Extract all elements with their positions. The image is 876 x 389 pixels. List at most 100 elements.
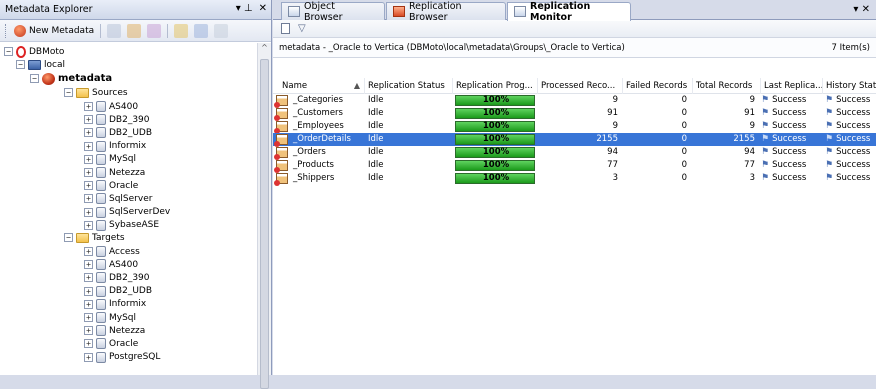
progress-cell: 100% [453, 159, 538, 172]
tree-node-source-1[interactable]: + DB2_390 [84, 113, 150, 126]
tree-node-source-3[interactable]: + Informix [84, 140, 146, 153]
progress-label: 100% [482, 134, 510, 144]
collapse-icon[interactable]: − [16, 60, 25, 69]
filter-icon[interactable]: ▽ [298, 23, 306, 34]
expand-icon[interactable]: + [84, 154, 93, 164]
progress-label: 100% [482, 173, 510, 183]
progress-label: 100% [482, 121, 510, 131]
column-header[interactable]: Last Replica... [761, 78, 823, 94]
expand-icon[interactable]: + [84, 102, 93, 111]
tree-node-source-0[interactable]: + AS400 [84, 100, 138, 113]
expand-icon[interactable]: + [84, 220, 93, 230]
expand-icon[interactable]: + [84, 247, 93, 256]
table-row[interactable]: _Shippers Idle 100% 3 0 3 ⚑ Success ⚑ Success [273, 172, 876, 186]
expand-icon[interactable]: + [84, 273, 93, 283]
tree-node-target-1[interactable]: + AS400 [84, 258, 138, 271]
delete-icon[interactable] [214, 23, 229, 38]
table-row[interactable]: _Orders Idle 100% 94 0 94 ⚑ Success ⚑ Success [273, 146, 876, 160]
expand-icon[interactable]: + [84, 339, 93, 349]
tree-node-source-5[interactable]: + Netezza [84, 166, 145, 179]
expand-icon[interactable]: + [84, 326, 93, 336]
tree-node-source-4[interactable]: + MySql [84, 153, 136, 166]
replication-table-icon [274, 95, 288, 108]
document-icon[interactable] [281, 23, 290, 34]
table-row[interactable]: _Products Idle 100% 77 0 77 ⚑ Success ⚑ Success [273, 159, 876, 173]
total-records: 77 [744, 160, 755, 170]
tree-node-target-4[interactable]: + Informix [84, 298, 146, 311]
tab-object-browser[interactable]: Object Browser [281, 1, 385, 23]
column-header[interactable]: Failed Records [623, 78, 693, 94]
column-header[interactable]: History Stat [823, 78, 876, 94]
history-status-cell: ⚑ Success [825, 120, 876, 133]
tree-node-target-2[interactable]: + DB2_390 [84, 271, 150, 284]
wizard-icon[interactable] [127, 23, 142, 38]
expand-icon[interactable]: + [84, 299, 93, 309]
processed-records: 9 [612, 95, 618, 105]
close-icon[interactable]: ✕ [259, 3, 267, 14]
tab-replication-monitor[interactable]: Replication Monitor [507, 1, 631, 23]
tree-node-target-3[interactable]: + DB2_UDB [84, 285, 152, 298]
table-row[interactable]: _Employees Idle 100% 9 0 9 ⚑ Success ⚑ Success [273, 120, 876, 134]
column-header[interactable]: Replication Status [365, 78, 453, 94]
scrollbar-thumb[interactable] [260, 59, 269, 389]
collapse-icon[interactable]: − [64, 88, 73, 97]
tree-node-source-9[interactable]: + SybaseASE [84, 219, 159, 232]
tree-node-source-2[interactable]: + DB2_UDB [84, 126, 152, 139]
tree-node-source-8[interactable]: + SqlServerDev [84, 206, 170, 219]
object-browser-icon [288, 6, 300, 17]
tree-node-local[interactable]: − local [16, 58, 65, 71]
pin-icon[interactable]: ▾ ⊥ [236, 3, 253, 14]
tree-node-target-7[interactable]: + Oracle [84, 337, 138, 350]
tree-node-target-5[interactable]: + MySql [84, 311, 136, 324]
tab-replication-browser[interactable]: Replication Browser [386, 1, 506, 23]
tree-scrollbar[interactable]: ^ [257, 43, 271, 389]
metadata-explorer-panel: Metadata Explorer ▾ ⊥ ✕ New Metadata − D… [0, 0, 272, 389]
column-header[interactable]: Processed Reco... [538, 78, 623, 94]
expand-icon[interactable]: + [84, 260, 93, 270]
settings-icon[interactable] [147, 23, 162, 38]
replication-monitor-icon [514, 6, 526, 17]
collapse-icon[interactable]: − [64, 233, 73, 242]
tree-node-target-8[interactable]: + PostgreSQL [84, 351, 160, 364]
expand-icon[interactable]: + [84, 352, 93, 362]
success-flag-icon: ⚑ [825, 134, 834, 144]
total-records: 2155 [733, 134, 755, 144]
expand-icon[interactable]: + [84, 168, 93, 177]
column-header[interactable]: Name ▲ [279, 78, 365, 94]
tree-node-target-6[interactable]: + Netezza [84, 324, 145, 337]
database-icon [96, 140, 106, 152]
collapse-icon[interactable]: − [30, 74, 39, 83]
save-icon[interactable] [194, 23, 209, 38]
expand-icon[interactable]: + [84, 141, 93, 151]
expand-icon[interactable]: + [84, 128, 93, 138]
new-metadata-button[interactable]: New Metadata [14, 24, 94, 37]
column-header[interactable]: Total Records [693, 78, 761, 94]
tab-menu-close-icon[interactable]: ▾ ✕ [853, 4, 870, 15]
expand-icon[interactable]: + [84, 313, 93, 322]
collapse-icon[interactable]: − [4, 47, 13, 56]
progress-cell: 100% [453, 172, 538, 185]
table-row[interactable]: _OrderDetails Idle 100% 2155 0 2155 ⚑ Success ⚑ S… [273, 133, 876, 147]
refresh-icon[interactable] [107, 23, 122, 38]
replication-table-icon [274, 108, 288, 121]
expand-icon[interactable]: + [84, 181, 93, 191]
tree-node-source-6[interactable]: + Oracle [84, 179, 138, 192]
column-header[interactable]: Replication Prog... [453, 78, 538, 94]
run-icon[interactable] [174, 23, 189, 38]
last-replication-status: Success [772, 134, 807, 144]
tree-node-metadata[interactable]: − metadata [30, 72, 112, 85]
expand-icon[interactable]: + [84, 194, 93, 204]
expand-icon[interactable]: + [84, 115, 93, 125]
table-row[interactable]: _Categories Idle 100% 9 0 9 ⚑ Success ⚑ Success [273, 94, 876, 108]
tree-node-target-0[interactable]: + Access [84, 245, 140, 258]
replication-name: _Categories [293, 95, 344, 105]
expand-icon[interactable]: + [84, 207, 93, 217]
expand-icon[interactable]: + [84, 286, 93, 296]
scroll-up-icon[interactable]: ^ [258, 43, 271, 57]
tree-node-dbmoto[interactable]: − DBMoto [4, 45, 64, 58]
tree-node-source-7[interactable]: + SqlServer [84, 192, 152, 205]
failed-records: 0 [681, 134, 687, 144]
tree-node-sources[interactable]: − Sources [64, 86, 128, 99]
table-row[interactable]: _Customers Idle 100% 91 0 91 ⚑ Success ⚑ Success [273, 107, 876, 121]
tree-node-targets[interactable]: − Targets [64, 231, 125, 244]
